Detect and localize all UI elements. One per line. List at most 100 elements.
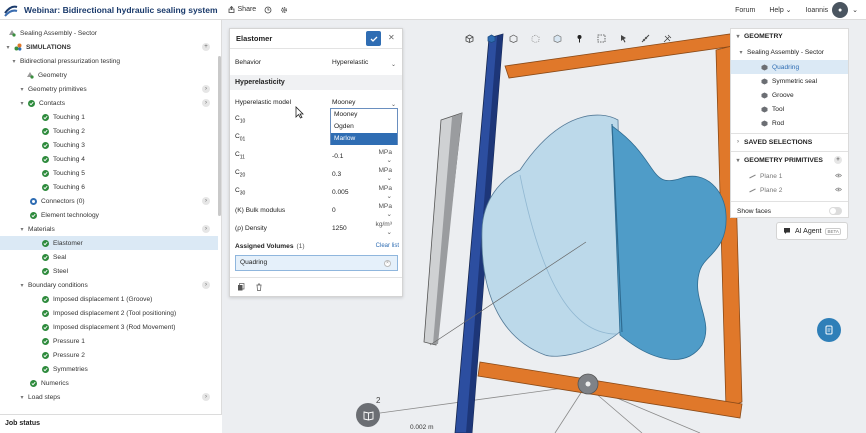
tree-item[interactable]: Geometry bbox=[0, 68, 218, 82]
paint-select-icon[interactable] bbox=[612, 29, 634, 47]
coefficient-unit[interactable]: MPa ⌄ bbox=[372, 167, 392, 182]
expand-icon[interactable]: › bbox=[202, 197, 210, 205]
chevron-down-icon[interactable]: ▾ bbox=[18, 100, 26, 107]
tree-item[interactable]: ▾ Geometry primitives › bbox=[0, 82, 218, 96]
tree-scrollbar[interactable] bbox=[218, 56, 221, 216]
saved-selections-header[interactable]: › SAVED SELECTIONS bbox=[731, 135, 848, 149]
chevron-down-icon[interactable]: ▾ bbox=[18, 394, 26, 401]
remove-icon[interactable]: × bbox=[384, 260, 391, 267]
tree-item[interactable]: ▾ SIMULATIONS + bbox=[0, 40, 218, 54]
tree-item[interactable]: Connectors (0) › bbox=[0, 194, 218, 208]
view-cube-icon[interactable] bbox=[458, 29, 480, 47]
edges-view-icon[interactable] bbox=[546, 29, 568, 47]
feedback-button[interactable] bbox=[817, 318, 841, 342]
chevron-down-icon[interactable]: ▾ bbox=[10, 58, 18, 65]
visibility-eye-icon[interactable] bbox=[835, 187, 842, 194]
tree-item[interactable]: Imposed displacement 3 (Rod Movement) bbox=[0, 320, 218, 334]
chevron-down-icon[interactable]: ▾ bbox=[18, 282, 26, 289]
user-menu[interactable]: Ioannis ● ⌄ bbox=[806, 2, 858, 18]
tree-item[interactable]: Pressure 2 bbox=[0, 348, 218, 362]
job-status-bar[interactable]: Job status bbox=[0, 414, 222, 433]
coefficient-input[interactable]: 0.005 bbox=[332, 189, 372, 196]
help-menu[interactable]: Help ⌄ bbox=[769, 6, 791, 14]
tree-item[interactable]: Touching 3 bbox=[0, 138, 218, 152]
expand-icon[interactable]: › bbox=[202, 225, 210, 233]
coefficient-unit[interactable]: MPa ⌄ bbox=[372, 185, 392, 200]
geometry-part-item[interactable]: Tool bbox=[731, 102, 848, 116]
add-primitive-button[interactable]: + bbox=[834, 156, 842, 164]
dropdown-option[interactable]: Ogden bbox=[331, 121, 397, 133]
add-simulation-button[interactable]: + bbox=[202, 43, 210, 51]
coefficient-input[interactable]: 0.3 bbox=[332, 171, 372, 178]
visibility-eye-icon[interactable] bbox=[835, 173, 842, 180]
chevron-down-icon[interactable]: ▾ bbox=[18, 86, 26, 93]
geometry-header[interactable]: ▾ GEOMETRY bbox=[731, 29, 848, 43]
tree-item[interactable]: Touching 4 bbox=[0, 152, 218, 166]
tree-item[interactable]: Element technology bbox=[0, 208, 218, 222]
tree-item[interactable]: ▾ Materials › bbox=[0, 222, 218, 236]
show-faces-toggle[interactable] bbox=[829, 207, 842, 215]
tree-item[interactable]: Elastomer bbox=[0, 236, 218, 250]
tree-item[interactable]: ▾ Bidirectional pressurization testing bbox=[0, 54, 218, 68]
share-button[interactable]: Share bbox=[228, 6, 256, 13]
dropdown-option[interactable]: Marlow bbox=[331, 133, 397, 145]
pin-icon[interactable] bbox=[568, 29, 590, 47]
chevron-down-icon[interactable]: ▾ bbox=[4, 44, 12, 51]
expand-icon[interactable]: › bbox=[202, 99, 210, 107]
clear-list-link[interactable]: Clear list bbox=[376, 243, 399, 249]
tree-item[interactable]: Numerics bbox=[0, 376, 218, 390]
tree-item[interactable]: Touching 6 bbox=[0, 180, 218, 194]
primitive-item[interactable]: Plane 1 bbox=[731, 169, 848, 183]
tools-icon[interactable] bbox=[656, 29, 678, 47]
model-select[interactable]: Mooney ⌄ bbox=[332, 99, 398, 108]
tree-item[interactable]: Sealing Assembly - Sector bbox=[0, 26, 218, 40]
confirm-button[interactable] bbox=[366, 31, 381, 46]
measure-icon[interactable] bbox=[634, 29, 656, 47]
density-unit[interactable]: kg/m³ ⌄ bbox=[372, 221, 392, 236]
tree-item[interactable]: Symmetries bbox=[0, 362, 218, 376]
bulk-modulus-unit[interactable]: MPa ⌄ bbox=[372, 203, 392, 218]
transparent-view-icon[interactable] bbox=[524, 29, 546, 47]
history-icon[interactable] bbox=[264, 6, 272, 14]
ai-agent-button[interactable]: AI Agent BETA bbox=[776, 222, 848, 240]
close-icon[interactable]: ✕ bbox=[388, 33, 395, 42]
forum-link[interactable]: Forum bbox=[735, 7, 755, 14]
tree-item[interactable]: ▾ Load steps › bbox=[0, 390, 218, 404]
assigned-volume-item[interactable]: Quadring × bbox=[235, 255, 398, 271]
tree-item[interactable]: Pressure 1 bbox=[0, 334, 218, 348]
tree-item[interactable]: ▾ Contacts › bbox=[0, 96, 218, 110]
tree-item[interactable]: Seal bbox=[0, 250, 218, 264]
chevron-down-icon[interactable]: ▾ bbox=[18, 226, 26, 233]
assembly-row[interactable]: ▾ Sealing Assembly - Sector bbox=[731, 45, 848, 59]
coefficient-unit[interactable]: MPa ⌄ bbox=[372, 149, 392, 164]
geometry-primitives-header[interactable]: ▾ GEOMETRY PRIMITIVES + bbox=[731, 153, 848, 167]
simscale-logo-icon[interactable] bbox=[3, 2, 19, 18]
solid-view-icon[interactable] bbox=[480, 29, 502, 47]
expand-icon[interactable]: › bbox=[202, 85, 210, 93]
bulk-modulus-input[interactable]: 0 bbox=[332, 207, 372, 214]
density-input[interactable]: 1250 bbox=[332, 225, 372, 232]
settings-gear-icon[interactable] bbox=[280, 6, 288, 14]
tree-item[interactable]: Touching 2 bbox=[0, 124, 218, 138]
wireframe-view-icon[interactable] bbox=[502, 29, 524, 47]
tree-item[interactable]: Imposed displacement 2 (Tool positioning… bbox=[0, 306, 218, 320]
view-orientation-button[interactable] bbox=[356, 403, 380, 427]
tree-item[interactable]: Steel bbox=[0, 264, 218, 278]
delete-icon[interactable] bbox=[255, 283, 263, 293]
coefficient-input[interactable]: -0.1 bbox=[332, 153, 372, 160]
tree-item[interactable]: Touching 1 bbox=[0, 110, 218, 124]
box-select-icon[interactable] bbox=[590, 29, 612, 47]
primitive-item[interactable]: Plane 2 bbox=[731, 183, 848, 197]
behavior-select[interactable]: Hyperelastic ⌄ bbox=[332, 59, 398, 68]
tree-item[interactable]: ▾ Boundary conditions › bbox=[0, 278, 218, 292]
tree-item[interactable]: Imposed displacement 1 (Groove) bbox=[0, 292, 218, 306]
geometry-part-item[interactable]: Symmetric seal bbox=[731, 74, 848, 88]
copy-icon[interactable] bbox=[237, 282, 245, 293]
expand-icon[interactable]: › bbox=[202, 281, 210, 289]
tree-item[interactable]: Touching 5 bbox=[0, 166, 218, 180]
expand-icon[interactable]: › bbox=[202, 393, 210, 401]
dropdown-option[interactable]: Mooney bbox=[331, 109, 397, 121]
geometry-part-item[interactable]: Rod bbox=[731, 116, 848, 130]
geometry-part-item[interactable]: Groove bbox=[731, 88, 848, 102]
geometry-part-item[interactable]: Quadring bbox=[731, 60, 848, 74]
